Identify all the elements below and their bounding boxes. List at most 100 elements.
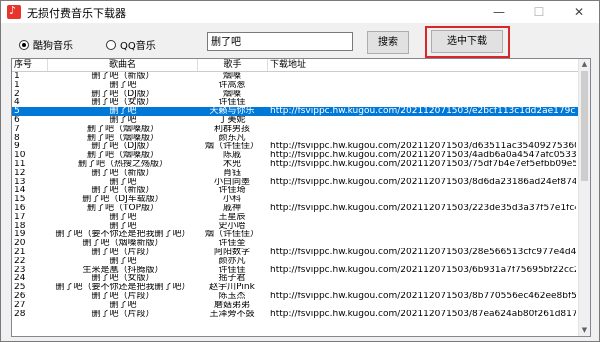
row-song: 删了吧（烟嗓版） bbox=[86, 151, 159, 161]
table-row[interactable]: 15 删了吧（DJ车载版） 小科 bbox=[12, 195, 578, 204]
radio-unselected-icon bbox=[106, 39, 116, 50]
row-singer: 赵宇川Pink bbox=[209, 283, 255, 293]
table-row[interactable]: 28 删了吧（片段） 王泽旁不鼓 http://fsvippc.hw.kugou.co… bbox=[12, 310, 578, 319]
row-singer: 史小哈 bbox=[218, 221, 246, 231]
vertical-scrollbar[interactable]: ▲ ▼ bbox=[578, 59, 590, 336]
row-url: http://fsvippc.hw.kugou.com/202112071503… bbox=[270, 265, 576, 275]
row-singer: 烟嗓 bbox=[222, 89, 241, 99]
table-row[interactable]: 2 删了吧（DJ版） 烟嗓 bbox=[12, 90, 578, 99]
table-row[interactable]: 14 删了吧（新版） 许佳琦 bbox=[12, 186, 578, 195]
table-row[interactable]: 21 删了吧（片段） 阿阳数字 http://fsvippc.hw.kugou.com… bbox=[12, 248, 578, 257]
table-row[interactable]: 20 删了吧（烟嗓新版） 许佳奎 bbox=[12, 239, 578, 248]
header-no[interactable]: 序号 bbox=[12, 59, 48, 71]
toolbar: 酷狗音乐 QQ音乐 删了吧 搜索 选中下载 bbox=[1, 23, 599, 59]
row-song: 删了吧 bbox=[109, 256, 137, 266]
row-song: 删了吧 bbox=[109, 80, 137, 90]
table-row[interactable]: 13 删了吧 小白同墨 http://fsvippc.hw.kugou.com/202… bbox=[12, 178, 578, 187]
row-number: 2 bbox=[14, 89, 20, 99]
row-url: http://fsvippc.hw.kugou.com/202112071503… bbox=[270, 247, 576, 257]
row-number: 27 bbox=[14, 300, 26, 310]
table-row[interactable]: 19 删了吧（要不你还是把我删了吧） 烟（许佳佳） bbox=[12, 230, 578, 239]
row-song: 删了吧 bbox=[109, 177, 137, 187]
table-row[interactable]: 16 删了吧（TOP版） 戚神 http://fsvippc.hw.kugou.com… bbox=[12, 204, 578, 213]
table-row[interactable]: 6 删了吧 丁美妮 bbox=[12, 116, 578, 125]
download-selected-button[interactable]: 选中下载 bbox=[431, 30, 503, 53]
table-row[interactable]: 5 删了吧 天籁与你乐 http://fsvippc.hw.kugou.com/202… bbox=[12, 107, 578, 116]
row-url bbox=[270, 257, 576, 266]
search-button[interactable]: 搜索 bbox=[367, 31, 409, 54]
row-url: http://fsvippc.hw.kugou.com/202112071503… bbox=[270, 159, 576, 169]
row-singer: 许佳佳 bbox=[218, 265, 246, 275]
header-song[interactable]: 歌曲名 bbox=[48, 59, 198, 71]
row-song: 删了吧（热搜之殇版） bbox=[77, 159, 168, 169]
table-row[interactable]: 7 删了吧（烟嗓版） 利群男孩 bbox=[12, 125, 578, 134]
row-song: 删了吧（DJ车载版） bbox=[82, 195, 164, 205]
row-url bbox=[270, 72, 576, 81]
table-row[interactable]: 25 删了吧（要不你还是把我删了吧） 赵宇川Pink bbox=[12, 283, 578, 292]
row-number: 17 bbox=[14, 212, 26, 222]
row-url bbox=[270, 213, 576, 222]
maximize-button[interactable]: ☐ bbox=[519, 1, 559, 23]
table-row[interactable]: 9 删了吧（DJ版） 烟（许佳佳） http://fsvippc.hw.kugou.c… bbox=[12, 142, 578, 151]
row-number: 25 bbox=[14, 283, 26, 293]
row-song: 删了吧（新版） bbox=[91, 168, 155, 178]
row-singer: 烟（许佳佳） bbox=[204, 230, 259, 240]
row-singer: 许佳佳 bbox=[218, 98, 246, 108]
header-url[interactable]: 下载地址 bbox=[268, 59, 578, 71]
row-song: 删了吧（烟嗓版） bbox=[86, 133, 159, 143]
row-number: 11 bbox=[14, 159, 26, 169]
row-song: 删了吧（新版） bbox=[91, 72, 155, 81]
row-number: 12 bbox=[14, 168, 26, 178]
row-singer: 天籁与你乐 bbox=[209, 107, 255, 117]
table-row[interactable]: 4 删了吧（女版） 许佳佳 bbox=[12, 98, 578, 107]
table-row[interactable]: 1 删了吧 许嵩葱 bbox=[12, 81, 578, 90]
radio-kugou[interactable]: 酷狗音乐 bbox=[19, 37, 73, 52]
search-input[interactable]: 删了吧 bbox=[207, 32, 353, 51]
scroll-up-icon[interactable]: ▲ bbox=[579, 59, 590, 70]
row-number: 7 bbox=[14, 124, 20, 134]
row-singer: 烟嗓 bbox=[222, 72, 241, 81]
row-number: 23 bbox=[14, 265, 26, 275]
minimize-button[interactable]: — bbox=[479, 1, 519, 23]
row-song: 删了吧（片段） bbox=[91, 309, 155, 319]
row-song: 删了吧（片段） bbox=[91, 247, 155, 257]
row-singer: 王星辰 bbox=[218, 212, 246, 222]
results-table: 序号 歌曲名 歌手 下载地址 1 删了吧（新版） 烟嗓 1 删了吧 许嵩葱 2 删了吧（DJ版… bbox=[11, 58, 591, 337]
header-singer[interactable]: 歌手 bbox=[198, 59, 268, 71]
table-row[interactable]: 24 删了吧（女版） 摇子君 bbox=[12, 274, 578, 283]
row-number: 24 bbox=[14, 274, 26, 284]
row-number: 6 bbox=[14, 115, 20, 125]
row-url bbox=[270, 239, 576, 248]
table-row[interactable]: 26 删了吧（片段） 陈玉杰 http://fsvippc.hw.kugou.com/… bbox=[12, 292, 578, 301]
row-number: 14 bbox=[14, 186, 26, 196]
row-singer: 陈戚 bbox=[222, 151, 241, 161]
table-row[interactable]: 10 删了吧（烟嗓版） 陈戚 http://fsvippc.hw.kugou.com/… bbox=[12, 151, 578, 160]
table-row[interactable]: 1 删了吧（新版） 烟嗓 bbox=[12, 72, 578, 81]
scroll-down-icon[interactable]: ▼ bbox=[579, 325, 590, 336]
row-url bbox=[270, 98, 576, 107]
scroll-thumb[interactable] bbox=[581, 71, 588, 181]
table-row[interactable]: 23 生来是凰（抖腾版） 许佳佳 http://fsvippc.hw.kugou.co… bbox=[12, 266, 578, 275]
table-row[interactable]: 22 删了吧 颜亦凡 bbox=[12, 257, 578, 266]
table-row[interactable]: 17 删了吧 王星辰 bbox=[12, 213, 578, 222]
row-song: 生来是凰（抖腾版） bbox=[82, 265, 164, 275]
row-song: 删了吧（烟嗓版） bbox=[86, 124, 159, 134]
table-row[interactable]: 27 删了吧 蘑菇弟弟 bbox=[12, 301, 578, 310]
table-row[interactable]: 11 删了吧（热搜之殇版） 木兜 http://fsvippc.hw.kugou.co… bbox=[12, 160, 578, 169]
row-url: http://fsvippc.hw.kugou.com/202112071503… bbox=[270, 151, 576, 161]
row-url bbox=[270, 230, 576, 239]
radio-qq[interactable]: QQ音乐 bbox=[106, 37, 156, 52]
table-row[interactable]: 12 删了吧（新版） 肖钰 bbox=[12, 169, 578, 178]
app-window: 无损付费音乐下载器 — ☐ ✕ 酷狗音乐 QQ音乐 删了吧 搜索 选中下载 序号… bbox=[0, 0, 600, 342]
row-singer: 木兜 bbox=[222, 159, 241, 169]
row-url: http://fsvippc.hw.kugou.com/202112071503… bbox=[270, 291, 576, 301]
row-song: 删了吧（DJ版） bbox=[91, 89, 155, 99]
radio-qq-label: QQ音乐 bbox=[120, 41, 156, 52]
row-song: 删了吧（女版） bbox=[91, 274, 155, 284]
close-button[interactable]: ✕ bbox=[559, 1, 599, 23]
table-row[interactable]: 18 删了吧 史小哈 bbox=[12, 222, 578, 231]
table-row[interactable]: 8 删了吧（烟嗓版） 颜东凡 bbox=[12, 134, 578, 143]
row-song: 删了吧（TOP版） bbox=[86, 203, 159, 213]
row-url bbox=[270, 283, 576, 292]
row-song: 删了吧（新版） bbox=[91, 186, 155, 196]
